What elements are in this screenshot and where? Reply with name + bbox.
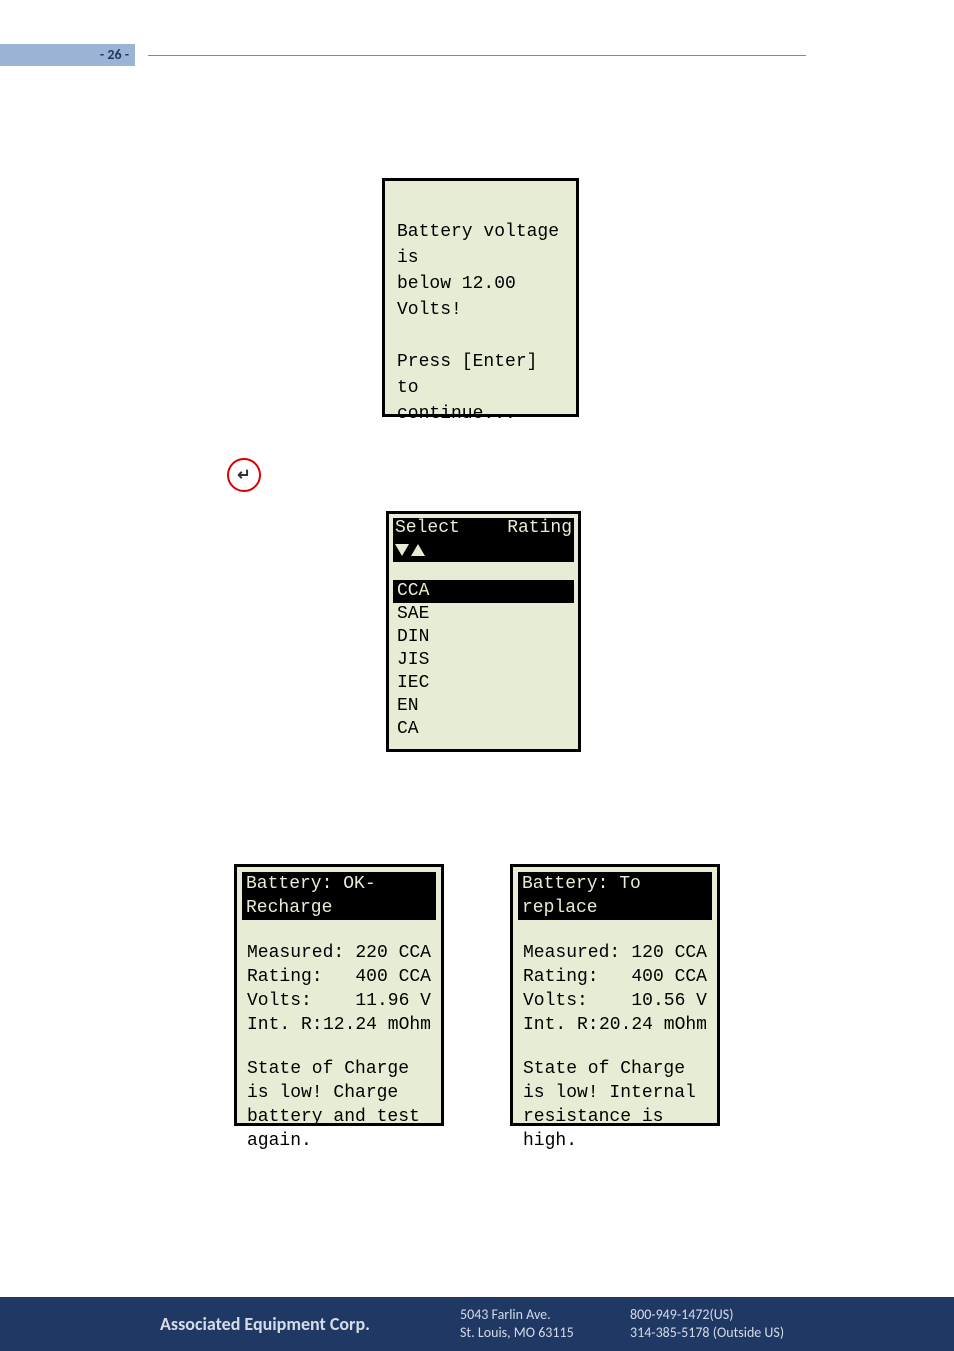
rating-option-din[interactable]: DIN xyxy=(393,626,574,649)
lcd4-volts-value: 10.56 V xyxy=(631,989,707,1013)
enter-icon: ↵ xyxy=(237,465,250,485)
lcd3-message: State of Charge is low! Charge battery a… xyxy=(241,1057,437,1153)
lcd1-line3: Press [Enter] to xyxy=(397,349,564,401)
lcd4-measured-value: 120 CCA xyxy=(631,941,707,965)
lcd3-measured-value: 220 CCA xyxy=(355,941,431,965)
lcd3-spacer2 xyxy=(241,1037,437,1057)
lcd1-line2: below 12.00 Volts! xyxy=(397,271,564,323)
lcd2-header-right: Rating xyxy=(507,518,572,538)
footer-addr2: St. Louis, MO 63115 xyxy=(460,1324,630,1342)
lcd3-rating-label: Rating: xyxy=(247,965,323,989)
lcd1-line4: continue... xyxy=(397,401,564,427)
lcd-screen-voltage-warning: Battery voltage is below 12.00 Volts! Pr… xyxy=(382,178,579,417)
lcd3-row-intr: Int. R:12.24 mOhm xyxy=(241,1013,437,1037)
lcd4-row-measured: Measured: 120 CCA xyxy=(517,941,713,965)
lcd3-row-volts: Volts: 11.96 V xyxy=(241,989,437,1013)
footer-company: Associated Equipment Corp. xyxy=(160,1313,460,1335)
lcd2-arrow-row xyxy=(393,538,574,562)
lcd4-row-rating: Rating: 400 CCA xyxy=(517,965,713,989)
page: - 26 - Battery voltage is below 12.00 Vo… xyxy=(0,0,954,1351)
lcd4-message: State of Charge is low! Internal resista… xyxy=(517,1057,713,1153)
page-number: - 26 - xyxy=(100,46,129,63)
lcd3-title: Battery: OK-Recharge xyxy=(242,872,436,920)
rating-option-sae[interactable]: SAE xyxy=(393,603,574,626)
lcd4-row-volts: Volts: 10.56 V xyxy=(517,989,713,1013)
lcd4-intr-value: 20.24 mOhm xyxy=(599,1013,707,1037)
lcd1-blank xyxy=(397,323,564,349)
lcd3-spacer1 xyxy=(241,921,437,941)
lcd3-intr-label: Int. R: xyxy=(247,1013,323,1037)
rating-option-ca[interactable]: CA xyxy=(393,718,574,741)
page-footer: Associated Equipment Corp. 5043 Farlin A… xyxy=(0,1297,954,1351)
rating-option-jis[interactable]: JIS xyxy=(393,649,574,672)
lcd4-measured-label: Measured: xyxy=(523,941,620,965)
lcd-screen-to-replace: Battery: To replace Measured: 120 CCA Rat… xyxy=(510,864,720,1126)
footer-phone1: 800-949-1472(US) xyxy=(630,1306,850,1324)
lcd1-line1: Battery voltage is xyxy=(397,219,564,271)
footer-address: 5043 Farlin Ave. St. Louis, MO 63115 xyxy=(460,1306,630,1342)
rating-option-cca[interactable]: CCA xyxy=(393,580,574,603)
lcd3-intr-value: 12.24 mOhm xyxy=(323,1013,431,1037)
lcd3-row-rating: Rating: 400 CCA xyxy=(241,965,437,989)
rating-option-iec[interactable]: IEC xyxy=(393,672,574,695)
lcd3-rating-value: 400 CCA xyxy=(355,965,431,989)
triangle-up-icon xyxy=(411,544,425,556)
lcd3-volts-value: 11.96 V xyxy=(355,989,431,1013)
lcd-screen-select-rating: Select Rating CCA SAE DIN JIS IEC EN CA xyxy=(386,511,581,752)
lcd2-gap xyxy=(393,562,574,580)
lcd-screen-ok-recharge: Battery: OK-Recharge Measured: 220 CCA Ra… xyxy=(234,864,444,1126)
footer-addr1: 5043 Farlin Ave. xyxy=(460,1306,630,1324)
lcd4-row-intr: Int. R:20.24 mOhm xyxy=(517,1013,713,1037)
lcd2-header: Select Rating xyxy=(393,518,574,538)
page-number-bar: - 26 - xyxy=(0,44,135,66)
lcd2-header-left: Select xyxy=(395,518,460,538)
lcd4-rating-value: 400 CCA xyxy=(631,965,707,989)
rating-option-en[interactable]: EN xyxy=(393,695,574,718)
lcd4-rating-label: Rating: xyxy=(523,965,599,989)
lcd3-row-measured: Measured: 220 CCA xyxy=(241,941,437,965)
footer-phones: 800-949-1472(US) 314-385-5178 (Outside U… xyxy=(630,1306,850,1342)
triangle-down-icon xyxy=(395,544,409,556)
lcd4-spacer1 xyxy=(517,921,713,941)
footer-phone2: 314-385-5178 (Outside US) xyxy=(630,1324,850,1342)
header-rule xyxy=(148,55,806,56)
lcd4-volts-label: Volts: xyxy=(523,989,588,1013)
lcd4-intr-label: Int. R: xyxy=(523,1013,599,1037)
lcd4-spacer2 xyxy=(517,1037,713,1057)
enter-button[interactable]: ↵ xyxy=(227,458,261,492)
lcd4-title: Battery: To replace xyxy=(518,872,712,920)
lcd3-volts-label: Volts: xyxy=(247,989,312,1013)
lcd3-measured-label: Measured: xyxy=(247,941,344,965)
